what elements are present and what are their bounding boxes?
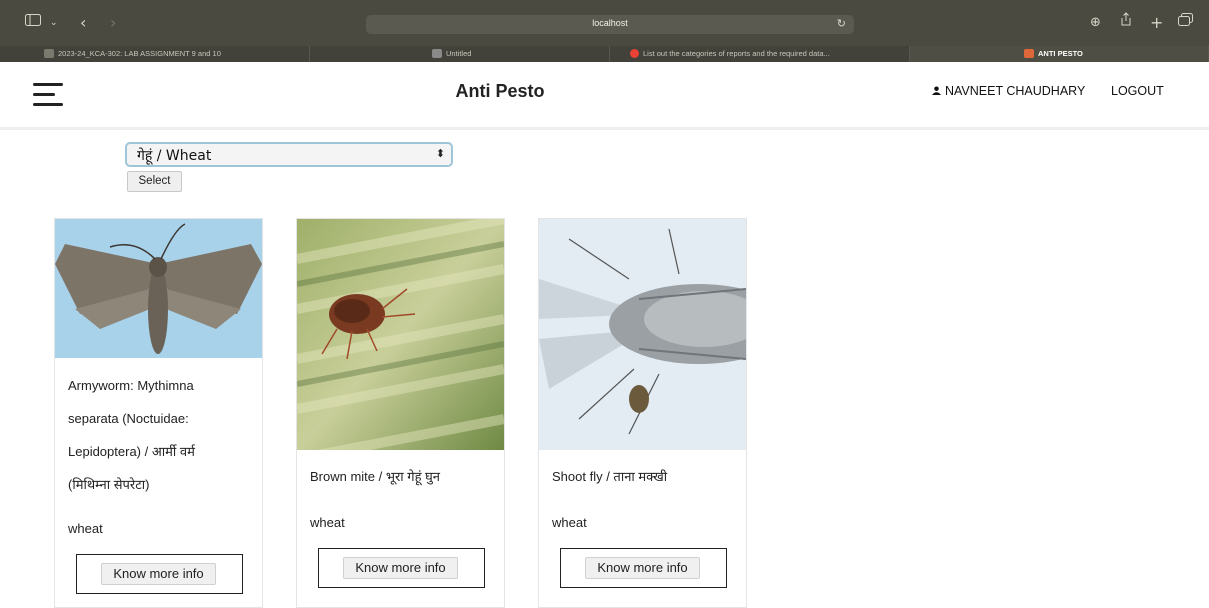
know-more-button[interactable]: Know more info	[101, 563, 216, 585]
card-crop: wheat	[552, 515, 587, 530]
moth-image	[55, 219, 262, 358]
forward-icon[interactable]: ›	[110, 8, 116, 38]
browser-tab-active[interactable]: ANTI PESTO	[910, 46, 1209, 62]
crop-select[interactable]: गेहूं / Wheat ⬍	[125, 142, 453, 167]
app-icon	[1024, 48, 1034, 58]
tab-label: 2023-24_KCA-302: LAB ASSIGNMENT 9 and 10	[58, 49, 221, 58]
more-info-frame: Know more info	[76, 554, 243, 594]
back-icon[interactable]: ‹	[80, 8, 86, 38]
know-more-button[interactable]: Know more info	[343, 557, 458, 579]
select-button[interactable]: Select	[127, 171, 182, 192]
file-icon	[44, 48, 54, 58]
more-info-frame: Know more info	[560, 548, 727, 588]
tab-label: Untitled	[446, 49, 472, 58]
new-tab-icon[interactable]: +	[1150, 8, 1163, 38]
card-title-line: Shoot fly / ताना मक्खी	[552, 469, 668, 484]
tab-label: List out the categories of reports and t…	[643, 49, 830, 58]
browser-tab[interactable]: 2023-24_KCA-302: LAB ASSIGNMENT 9 and 10	[0, 46, 310, 62]
brand-title[interactable]: Anti Pesto	[0, 81, 1000, 102]
tab-label: ANTI PESTO	[1038, 49, 1083, 58]
browser-tab[interactable]: Untitled	[310, 46, 610, 62]
chevron-down-icon[interactable]: ⌄	[50, 8, 58, 38]
card-title-line: Armyworm: Mythimna	[68, 378, 194, 393]
tab-bar: 2023-24_KCA-302: LAB ASSIGNMENT 9 and 10…	[0, 46, 1209, 62]
app-navbar: Anti Pesto NAVNEET CHAUDHARY LOGOUT	[0, 62, 1209, 130]
download-icon[interactable]: ⊕	[1090, 8, 1101, 38]
user-icon	[932, 86, 941, 95]
google-icon	[630, 48, 639, 58]
share-icon[interactable]	[1120, 8, 1132, 38]
select-arrows-icon: ⬍	[435, 147, 445, 160]
tab-overview-icon[interactable]	[1178, 8, 1193, 38]
browser-toolbar: ⌄ ‹ › localhost ↻ ⊕ +	[0, 0, 1209, 46]
browser-tab[interactable]: List out the categories of reports and t…	[610, 46, 910, 62]
card-title-line: Brown mite / भूरा गेहूं घुन	[310, 469, 441, 484]
url-text: localhost	[592, 18, 628, 28]
reload-icon[interactable]: ↻	[837, 17, 846, 30]
user-name: NAVNEET CHAUDHARY	[945, 84, 1086, 98]
know-more-button[interactable]: Know more info	[585, 557, 700, 579]
card-crop: wheat	[310, 515, 345, 530]
logout-link[interactable]: LOGOUT	[1111, 84, 1164, 98]
pest-card: Shoot fly / ताना मक्खी wheat Know more i…	[538, 218, 747, 608]
card-title-line: separata (Noctuidae:	[68, 411, 189, 426]
fly-image	[539, 219, 746, 450]
card-title-line: (मिथिम्ना सेपरेटा)	[68, 477, 150, 492]
card-crop: wheat	[68, 521, 103, 536]
crop-select-value: गेहूं / Wheat	[137, 148, 212, 164]
pest-card: Brown mite / भूरा गेहूं घुन wheat Know m…	[296, 218, 505, 608]
address-bar[interactable]: localhost ↻	[366, 15, 854, 34]
mite-image	[297, 219, 504, 450]
sidebar-toggle-icon[interactable]	[25, 8, 43, 38]
more-info-frame: Know more info	[318, 548, 485, 588]
k-icon	[432, 48, 442, 58]
user-menu[interactable]: NAVNEET CHAUDHARY	[932, 84, 1085, 98]
pest-card: Armyworm: Mythimna separata (Noctuidae: …	[54, 218, 263, 608]
card-title-line: Lepidoptera) / आर्मी वर्म	[68, 444, 195, 459]
